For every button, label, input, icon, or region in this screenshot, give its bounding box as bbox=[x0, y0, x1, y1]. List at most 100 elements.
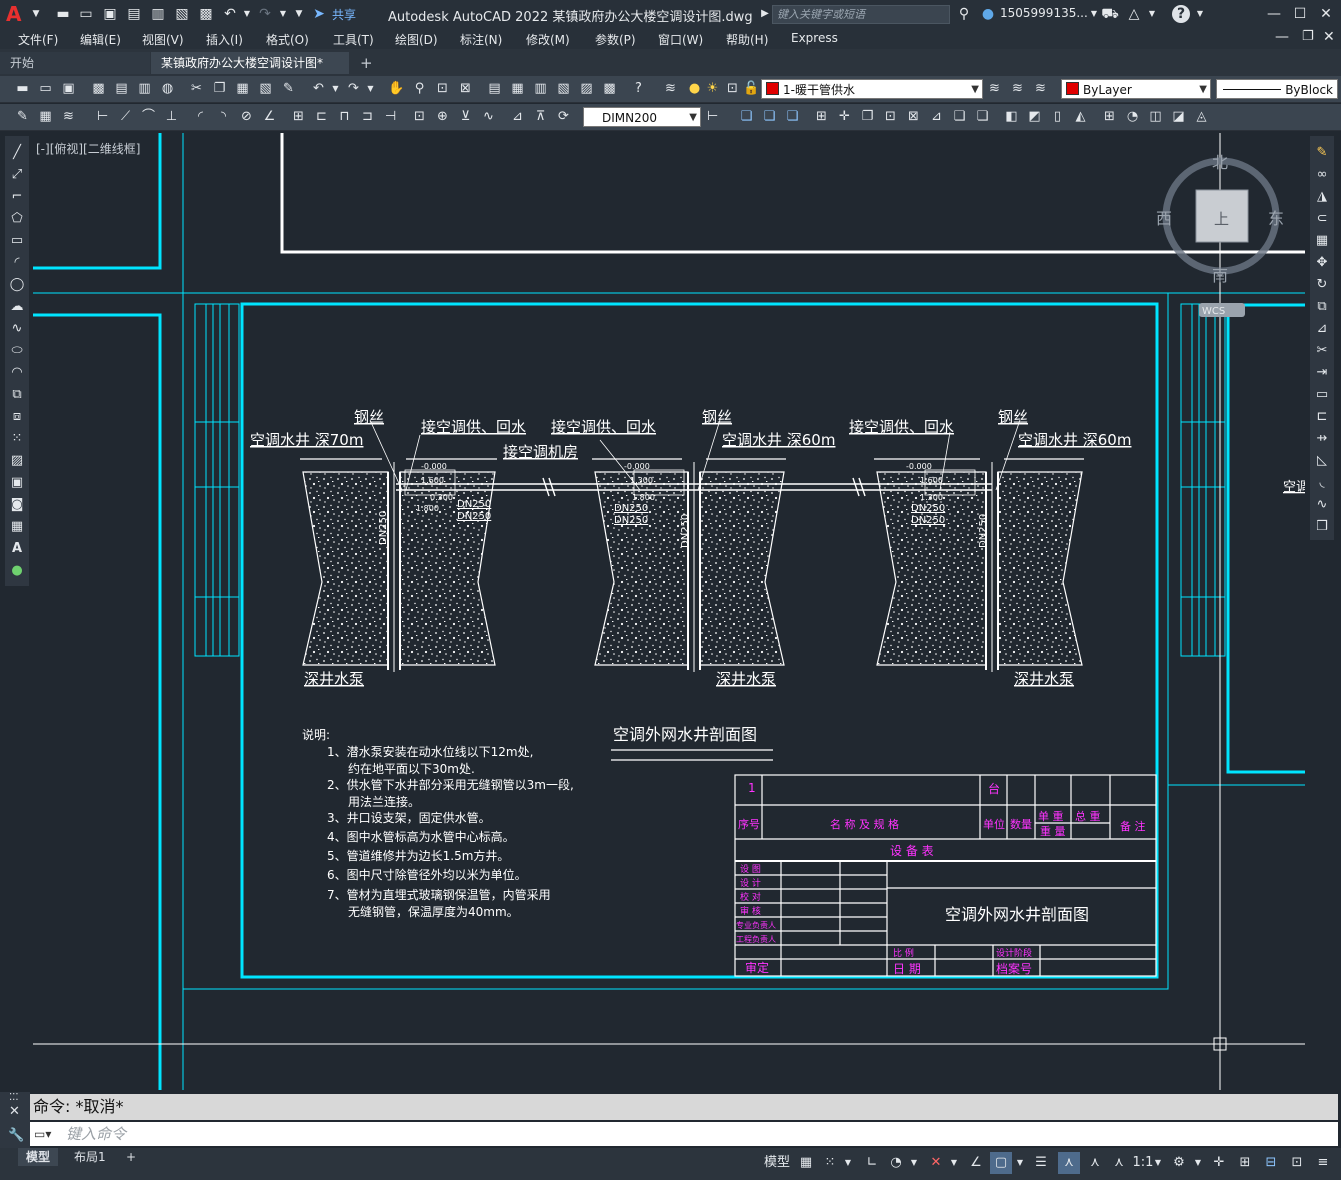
solid-wedge-icon[interactable]: ◩ bbox=[1026, 108, 1043, 125]
break-at-point-icon[interactable]: ⊏ bbox=[1313, 408, 1331, 426]
menu-help[interactable]: 帮助(H) bbox=[726, 31, 768, 48]
zoom-previous-icon[interactable]: ⊠ bbox=[457, 80, 474, 97]
polyline-icon[interactable]: ⌐ bbox=[8, 188, 26, 206]
menu-format[interactable]: 格式(O) bbox=[266, 31, 309, 48]
menu-edit[interactable]: 编辑(E) bbox=[80, 31, 121, 48]
ortho-icon[interactable]: ∟ bbox=[862, 1152, 882, 1174]
grid-icon[interactable]: ▦ bbox=[796, 1152, 816, 1174]
redo-dropdown-icon[interactable]: ▼ bbox=[362, 80, 379, 97]
scale-value[interactable]: 1:1 bbox=[1132, 1152, 1154, 1174]
calculator-icon[interactable]: ▩ bbox=[601, 80, 618, 97]
help-icon[interactable]: ? bbox=[1172, 5, 1190, 23]
move-icon[interactable]: ✥ bbox=[1313, 254, 1331, 272]
region-icon[interactable]: ◙ bbox=[8, 496, 26, 514]
search-input[interactable]: 键入关键字或短语 bbox=[772, 5, 950, 24]
join-icon[interactable]: ⇸ bbox=[1313, 430, 1331, 448]
table-icon[interactable]: ▦ bbox=[8, 518, 26, 536]
solid-box-icon[interactable]: ◧ bbox=[1003, 108, 1020, 125]
isodraft-dropdown-icon[interactable]: ▼ bbox=[948, 1152, 960, 1174]
maximize-icon[interactable]: ☐ bbox=[1289, 4, 1311, 24]
globe-icon[interactable]: ◍ bbox=[159, 80, 176, 97]
redo-icon[interactable]: ↷ bbox=[256, 5, 274, 23]
help-dropdown-icon[interactable]: ▼ bbox=[1191, 5, 1209, 23]
insert-block-icon[interactable]: ⧉ bbox=[8, 386, 26, 404]
dim-diameter-icon[interactable]: ⊘ bbox=[238, 108, 255, 125]
menu-draw[interactable]: 绘图(D) bbox=[395, 31, 438, 48]
open-file-icon[interactable]: ▭ bbox=[77, 5, 95, 23]
dim-space-icon[interactable]: ⊐ bbox=[359, 108, 376, 125]
undo-dropdown-icon[interactable]: ▼ bbox=[238, 5, 256, 23]
layer-dropdown[interactable]: 1-暖干管供水 ▼ bbox=[761, 79, 983, 99]
customize-wrench-icon[interactable]: 🔧 bbox=[8, 1128, 24, 1143]
tool-palettes-icon[interactable]: ▥ bbox=[532, 80, 549, 97]
menu-tools[interactable]: 工具(T) bbox=[333, 31, 374, 48]
zoom-window-icon[interactable]: ⊡ bbox=[434, 80, 451, 97]
mtext-icon[interactable]: A bbox=[8, 540, 26, 558]
polar-icon[interactable]: ◔ bbox=[886, 1152, 906, 1174]
doc-minimize-icon[interactable]: — bbox=[1275, 29, 1289, 45]
center-mark-icon[interactable]: ⊕ bbox=[434, 108, 451, 125]
customization-icon[interactable]: ≡ bbox=[1312, 1152, 1334, 1174]
isodraft-icon[interactable]: ✕ bbox=[926, 1152, 946, 1174]
ellipse-arc-icon[interactable]: ◠ bbox=[8, 364, 26, 382]
paste-icon[interactable]: ▦ bbox=[234, 80, 251, 97]
scale-icon[interactable]: ⧉ bbox=[1313, 298, 1331, 316]
snap-icon[interactable]: ⁙ bbox=[820, 1152, 840, 1174]
command-input[interactable]: ▭▾ 键入命令 bbox=[30, 1122, 1338, 1146]
units-icon[interactable]: ⊞ bbox=[1234, 1152, 1256, 1174]
rotate-y-icon[interactable]: ❏ bbox=[974, 108, 991, 125]
copy-object-icon[interactable]: ∞ bbox=[1313, 166, 1331, 184]
fillet-icon[interactable]: ◟ bbox=[1313, 474, 1331, 492]
cut-icon[interactable]: ✂ bbox=[188, 80, 205, 97]
stretch-icon[interactable]: ⊿ bbox=[1313, 320, 1331, 338]
tab-layout1[interactable]: 布局1 bbox=[66, 1148, 114, 1166]
workspace-dropdown-icon[interactable]: ▼ bbox=[1192, 1152, 1204, 1174]
autocad-logo[interactable]: A bbox=[6, 3, 26, 25]
erase-icon[interactable]: ✎ bbox=[1313, 144, 1331, 162]
app-dropdown-icon[interactable]: ▼ bbox=[1143, 5, 1161, 23]
gradient-icon[interactable]: ▣ bbox=[8, 474, 26, 492]
qnew-icon[interactable]: ▬ bbox=[14, 80, 31, 97]
hatch-icon[interactable]: ▨ bbox=[8, 452, 26, 470]
sheet-set-icon[interactable]: ▧ bbox=[555, 80, 572, 97]
rotate-icon[interactable]: ↻ bbox=[1313, 276, 1331, 294]
tolerance-icon[interactable]: ⊡ bbox=[411, 108, 428, 125]
dim-edit-icon[interactable]: ⊿ bbox=[509, 108, 526, 125]
snap-dropdown-icon[interactable]: ▼ bbox=[842, 1152, 854, 1174]
export-icon[interactable]: ▥ bbox=[149, 5, 167, 23]
add-layout-button[interactable]: + bbox=[118, 1148, 144, 1166]
make-current-icon[interactable]: ≋ bbox=[986, 80, 1003, 97]
new-tab-button[interactable]: + bbox=[360, 54, 373, 72]
dim-baseline-icon[interactable]: ⊏ bbox=[313, 108, 330, 125]
doc-close-icon[interactable]: ✕ bbox=[1323, 29, 1335, 45]
dim-update-icon[interactable]: ⟳ bbox=[555, 108, 572, 125]
revolve-icon[interactable]: ◔ bbox=[1124, 108, 1141, 125]
object-ucs-icon[interactable]: ✛ bbox=[836, 108, 853, 125]
extrude-icon[interactable]: ⊞ bbox=[1101, 108, 1118, 125]
dim-radius-icon[interactable]: ◜ bbox=[192, 108, 209, 125]
dim-arc-icon[interactable]: ⌒ bbox=[140, 108, 157, 125]
dim-text-edit-icon[interactable]: ⊼ bbox=[532, 108, 549, 125]
construction-line-icon[interactable]: ⤢ bbox=[8, 166, 26, 184]
command-line-handle[interactable]: ⁚⁚⁚ ✕ 🔧 bbox=[0, 1092, 30, 1148]
close-command-icon[interactable]: ✕ bbox=[9, 1104, 20, 1119]
preview-icon[interactable]: ▤ bbox=[113, 80, 130, 97]
mirror-icon[interactable]: ◮ bbox=[1313, 188, 1331, 206]
menu-parametric[interactable]: 参数(P) bbox=[595, 31, 636, 48]
lineweight-icon[interactable]: ☰ bbox=[1030, 1152, 1052, 1174]
drawing-canvas[interactable]: 空调 -0.000 1.600 0.300 1.800 DN250 DN250 … bbox=[33, 133, 1305, 1090]
share-icon[interactable]: ➤ bbox=[310, 5, 328, 23]
dimstyle-dropdown[interactable]: DIMN200 ▼ bbox=[583, 107, 701, 127]
help-icon[interactable]: ? bbox=[630, 80, 647, 97]
rectangle-icon[interactable]: ▭ bbox=[8, 232, 26, 250]
edit-icon[interactable]: ✎ bbox=[14, 108, 31, 125]
customize-icon[interactable]: ▼ bbox=[290, 5, 308, 23]
search-icon[interactable]: ⚲ bbox=[955, 5, 973, 23]
layer-states-icon[interactable]: ≋ bbox=[1032, 80, 1049, 97]
viewport-label[interactable]: [-][俯视][二维线框] bbox=[36, 140, 140, 157]
app-menu-arrow-icon[interactable]: ▼ bbox=[27, 5, 45, 23]
dim-jogged-icon[interactable]: ◝ bbox=[215, 108, 232, 125]
cone-icon[interactable]: ◭ bbox=[1072, 108, 1089, 125]
chamfer-icon[interactable]: ◺ bbox=[1313, 452, 1331, 470]
dim-ordinate-icon[interactable]: ⊥ bbox=[163, 108, 180, 125]
